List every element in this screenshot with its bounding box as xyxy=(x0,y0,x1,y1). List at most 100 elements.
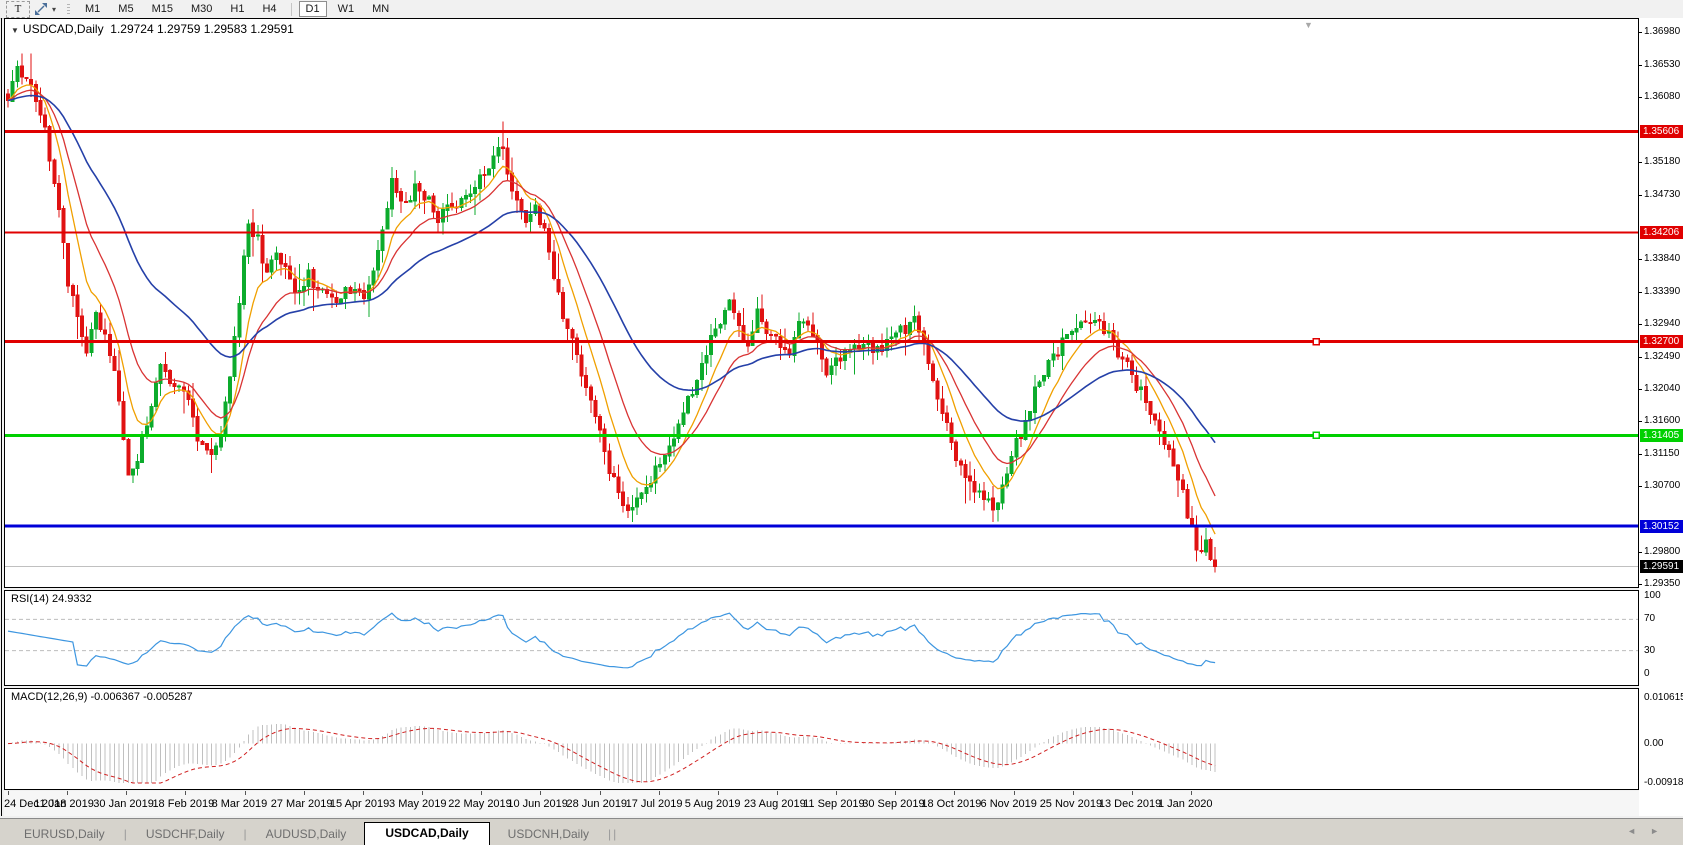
date-tick-label: 30 Jan 2019 xyxy=(93,798,154,810)
scroll-to-end-icon[interactable]: ▼ xyxy=(1304,20,1313,30)
arrange-icon xyxy=(34,2,48,16)
date-tick-mark xyxy=(422,791,423,795)
main-chart-panel[interactable]: ▼ USDCAD,Daily 1.29724 1.29759 1.29583 1.… xyxy=(4,18,1639,588)
timeframe-button-m5[interactable]: M5 xyxy=(111,1,140,17)
chart-tab-bar: EURUSD,Daily|USDCHF,Daily|AUDUSD,DailyUS… xyxy=(0,818,1683,845)
price-tick-label: 1.32490 xyxy=(1644,351,1683,363)
date-tick-label: 1 Jan 2020 xyxy=(1158,798,1212,810)
date-tick-mark xyxy=(1073,791,1074,795)
date-tick-label: 10 Jun 2019 xyxy=(507,798,568,810)
date-tick-mark xyxy=(481,791,482,795)
rsi-plot[interactable] xyxy=(5,591,1638,685)
date-tick-label: 23 Aug 2019 xyxy=(744,798,806,810)
date-tick-mark xyxy=(836,791,837,795)
timeframe-button-group: M1M5 M15M30H1H4 D1W1MN xyxy=(76,1,398,17)
timeframe-button-m1[interactable]: M1 xyxy=(78,1,107,17)
timeframe-button-h1[interactable]: H1 xyxy=(223,1,251,17)
chart-ohlc-values: 1.29724 1.29759 1.29583 1.29591 xyxy=(110,22,294,36)
tab-usdcad[interactable]: USDCAD,Daily xyxy=(364,822,489,845)
price-tick-label: 1.30700 xyxy=(1644,480,1683,492)
date-tick-label: 17 Jul 2019 xyxy=(626,798,683,810)
ma-fast-line xyxy=(8,85,1215,534)
date-tick-mark xyxy=(954,791,955,795)
date-tick-mark xyxy=(895,791,896,795)
timeframe-button-w1[interactable]: W1 xyxy=(331,1,362,17)
date-tick-label: 28 Jun 2019 xyxy=(567,798,628,810)
rsi-scale-label: 30 xyxy=(1644,645,1683,657)
rsi-label: RSI(14) 24.9332 xyxy=(11,593,92,605)
tab-audusd[interactable]: AUDUSD,Daily xyxy=(248,824,365,845)
timeframe-button-mn[interactable]: MN xyxy=(365,1,396,17)
time-axis[interactable]: 24 Dec 201811 Jan 201930 Jan 201918 Feb … xyxy=(4,791,1639,816)
date-tick-label: 22 May 2019 xyxy=(448,798,512,810)
tab-scroll-right-icon[interactable]: ► xyxy=(1650,826,1673,836)
macd-indicator-panel[interactable]: MACD(12,26,9) -0.006367 -0.005287 xyxy=(4,688,1639,790)
price-tick-label: 1.31150 xyxy=(1644,448,1683,460)
tab-usdcnh[interactable]: USDCNH,Daily xyxy=(490,824,607,845)
price-tick-label: 1.35180 xyxy=(1644,156,1683,168)
timeframe-button-m15[interactable]: M15 xyxy=(145,1,180,17)
price-badge-1.30152: 1.30152 xyxy=(1640,520,1683,533)
price-tick-label: 1.34730 xyxy=(1644,189,1683,201)
macd-plot[interactable] xyxy=(5,689,1638,789)
rsi-indicator-panel[interactable]: RSI(14) 24.9332 xyxy=(4,590,1639,686)
tab-eurusd[interactable]: EURUSD,Daily xyxy=(6,824,123,845)
price-badge-1.31405: 1.31405 xyxy=(1640,429,1683,442)
date-tick-label: 11 Sep 2019 xyxy=(803,798,865,810)
date-tick-label: 18 Feb 2019 xyxy=(152,798,214,810)
arrange-styler-button[interactable] xyxy=(32,2,50,17)
price-badge-1.34206: 1.34206 xyxy=(1640,226,1683,239)
candlestick-plot[interactable] xyxy=(5,19,1638,587)
date-tick-mark xyxy=(600,791,601,795)
macd-signal-line xyxy=(8,728,1215,783)
tab-separator: | xyxy=(612,827,617,845)
price-tick-label: 1.36530 xyxy=(1644,59,1683,71)
date-tick-label: 25 Nov 2019 xyxy=(1040,798,1102,810)
date-tick-label: 27 Mar 2019 xyxy=(271,798,333,810)
chevron-down-icon[interactable]: ▾ xyxy=(52,5,56,14)
price-tick-label: 1.29800 xyxy=(1644,546,1683,558)
chart-symbol-label: USDCAD,Daily xyxy=(23,22,104,36)
price-tick-label: 1.31600 xyxy=(1644,415,1683,427)
date-tick-mark xyxy=(777,791,778,795)
date-tick-mark xyxy=(718,791,719,795)
date-tick-mark xyxy=(659,791,660,795)
macd-scale-label: 0.00 xyxy=(1644,738,1683,750)
date-tick-mark xyxy=(363,791,364,795)
tab-scroll-left-icon[interactable]: ◄ xyxy=(1627,826,1650,836)
date-tick-mark xyxy=(1014,791,1015,795)
timeframe-button-d1[interactable]: D1 xyxy=(299,1,327,17)
date-tick-label: 8 Mar 2019 xyxy=(212,798,268,810)
date-tick-mark xyxy=(1191,791,1192,795)
date-tick-mark xyxy=(126,791,127,795)
date-tick-label: 5 Aug 2019 xyxy=(685,798,741,810)
date-tick-mark xyxy=(304,791,305,795)
date-tick-label: 6 Nov 2019 xyxy=(981,798,1037,810)
price-tick-label: 1.33840 xyxy=(1644,253,1683,265)
title-marker-icon[interactable]: ▼ xyxy=(11,26,19,35)
date-tick-label: 15 Apr 2019 xyxy=(330,798,389,810)
price-tick-label: 1.36080 xyxy=(1644,91,1683,103)
window-left-edge xyxy=(1,18,2,816)
date-tick-mark xyxy=(245,791,246,795)
toolbar-separator xyxy=(291,3,292,16)
price-tick-label: 1.36980 xyxy=(1644,26,1683,38)
date-tick-label: 30 Sep 2019 xyxy=(862,798,924,810)
date-tick-label: 3 May 2019 xyxy=(389,798,446,810)
toolbar-grip-handle[interactable] xyxy=(67,4,70,15)
date-tick-mark xyxy=(185,791,186,795)
rsi-scale-label: 0 xyxy=(1644,668,1683,680)
timeframe-button-h4[interactable]: H4 xyxy=(255,1,283,17)
macd-scale-label: 0.010615 xyxy=(1644,692,1683,704)
date-tick-mark xyxy=(1132,791,1133,795)
date-tick-label: 18 Oct 2019 xyxy=(921,798,981,810)
text-tool-button[interactable]: T xyxy=(6,1,30,18)
price-tick-label: 1.29350 xyxy=(1644,578,1683,590)
date-tick-label: 11 Jan 2019 xyxy=(34,798,94,810)
price-badge-1.35606: 1.35606 xyxy=(1640,125,1683,138)
date-tick-label: 13 Dec 2019 xyxy=(1099,798,1161,810)
timeframe-button-m30[interactable]: M30 xyxy=(184,1,219,17)
price-tick-label: 1.32940 xyxy=(1644,318,1683,330)
tab-usdchf[interactable]: USDCHF,Daily xyxy=(128,824,243,845)
price-tick-label: 1.33390 xyxy=(1644,286,1683,298)
